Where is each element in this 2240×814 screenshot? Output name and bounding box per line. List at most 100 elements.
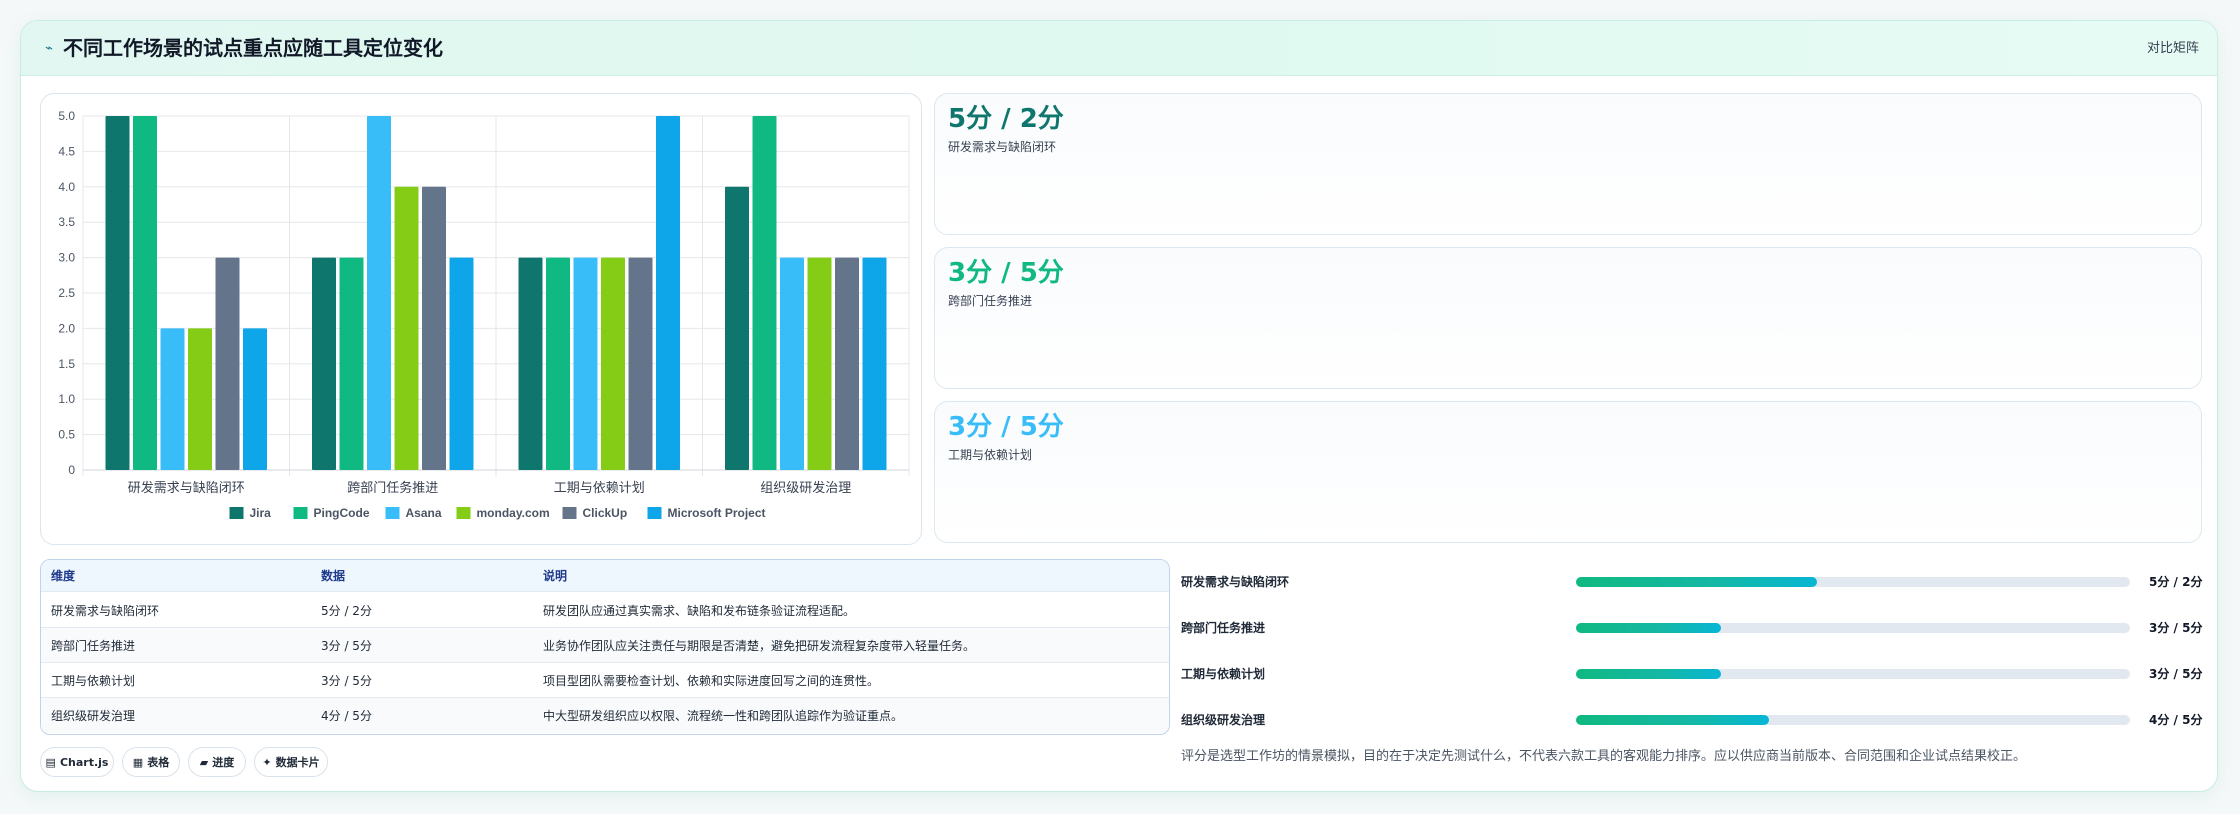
chip-label: 进度 — [212, 756, 235, 769]
progress-fill — [1576, 669, 1722, 679]
progress-label: 跨部门任务推进 — [1181, 621, 1266, 635]
bar — [243, 328, 267, 470]
bar — [656, 116, 680, 470]
chip-progress[interactable]: ▰ 进度 — [188, 747, 246, 777]
card-icon: ✦ — [262, 755, 272, 769]
chip-table[interactable]: ▦ 表格 — [122, 747, 180, 777]
bar — [160, 328, 185, 470]
progress-icon: ▰ — [199, 755, 209, 769]
bar — [780, 257, 804, 470]
y-tick-label: 0.5 — [58, 428, 75, 442]
y-tick-label: 3.0 — [58, 251, 75, 265]
bar — [807, 257, 832, 470]
y-tick-label: 4.5 — [58, 144, 75, 158]
stat-card-1: 5分 / 2分 研发需求与缺陷闭环 — [934, 93, 2202, 235]
legend-swatch — [385, 507, 400, 519]
table-icon: ▦ — [132, 755, 144, 769]
table-cell: 中大型研发组织应以权限、流程统一性和跨团队追踪作为验证重点。 — [543, 709, 904, 723]
chip-label: Chart.js — [59, 755, 109, 769]
legend-label: Jira — [250, 506, 272, 520]
bar — [546, 257, 570, 470]
bar-chart: 5.0 4.5 4.0 3.5 3.0 2.5 2.0 1.5 1.0 0.5 0 研发需求与缺陷闭环… — [58, 109, 910, 520]
progress-row: 研发需求与缺陷闭环 5分 / 2分 — [1181, 569, 2202, 593]
table-row: 跨部门任务推进 3分 / 5分 业务协作团队应关注责任与期限是否清楚，避免把研发… — [41, 628, 1169, 663]
stat-value: 5分 / 2分 — [948, 104, 1064, 134]
table-cell: 5分 / 2分 — [321, 603, 372, 618]
bar — [573, 257, 598, 470]
bar-chart-panel: 5.0 4.5 4.0 3.5 3.0 2.5 2.0 1.5 1.0 0.5 0 研发需求与缺陷闭环… — [40, 93, 922, 545]
table-cell: 3分 / 5分 — [321, 638, 372, 653]
legend-label: Asana — [406, 506, 442, 520]
bar — [628, 257, 653, 470]
bar — [105, 116, 130, 470]
stat-value: 3分 / 5分 — [948, 412, 1064, 442]
table-cell: 业务协作团队应关注责任与期限是否清楚，避免把研发流程复杂度带入轻量任务。 — [543, 638, 976, 653]
progress-label: 工期与依赖计划 — [1181, 667, 1266, 681]
table-cell: 研发团队应通过真实需求、缺陷和发布链条验证流程适配。 — [543, 603, 856, 618]
card-header: ⌁ 不同工作场景的试点重点应随工具定位变化 对比矩阵 — [21, 21, 2217, 76]
table-header-cell: 数据 — [321, 569, 346, 583]
y-tick-label: 2.0 — [58, 321, 75, 335]
stat-label: 工期与依赖计划 — [948, 448, 1033, 462]
stat-label: 研发需求与缺陷闭环 — [948, 140, 1057, 154]
table-cell: 组织级研发治理 — [51, 709, 136, 723]
table-cell: 工期与依赖计划 — [51, 673, 136, 688]
bar — [752, 116, 777, 470]
bar — [422, 186, 446, 471]
table-cell: 3分 / 5分 — [321, 673, 372, 688]
chart-icon: ▤ — [45, 755, 56, 769]
y-tick-label: 3.5 — [58, 215, 75, 229]
progress-row: 组织级研发治理 4分 / 5分 — [1181, 707, 2202, 731]
progress-track — [1576, 577, 2130, 587]
bar — [215, 257, 240, 470]
table-cell: 跨部门任务推进 — [51, 638, 136, 653]
table-header-cell: 说明 — [543, 569, 568, 583]
bar — [835, 257, 859, 470]
bar — [601, 257, 625, 470]
disclaimer-note: 评分是选型工作坊的情景模拟，目的在于决定先测试什么，不代表六款工具的客观能力排序… — [1181, 749, 2027, 764]
stat-label: 跨部门任务推进 — [948, 294, 1033, 308]
x-tick-label: 工期与依赖计划 — [554, 480, 645, 495]
progress-track — [1576, 715, 2130, 725]
chip-data-card[interactable]: ✦ 数据卡片 — [254, 747, 328, 777]
legend-label: monday.com — [477, 506, 550, 520]
legend-label: Microsoft Project — [668, 506, 766, 520]
y-tick-label: 1.0 — [58, 392, 75, 406]
table-cell: 4分 / 5分 — [321, 709, 372, 723]
progress-fill — [1576, 577, 1817, 587]
y-tick-label: 1.5 — [58, 357, 75, 371]
progress-fill — [1576, 623, 1722, 633]
y-tick-label: 5.0 — [58, 109, 75, 123]
chip-chartjs[interactable]: ▤ Chart.js — [40, 747, 114, 777]
chip-label: 数据卡片 — [275, 756, 320, 769]
stat-value: 3分 / 5分 — [948, 258, 1064, 288]
progress-row: 跨部门任务推进 3分 / 5分 — [1181, 615, 2202, 639]
table-header-cell: 维度 — [51, 569, 76, 583]
x-tick-label: 跨部门任务推进 — [347, 480, 438, 495]
table-row: 研发需求与缺陷闭环 5分 / 2分 研发团队应通过真实需求、缺陷和发布链条验证流… — [41, 593, 1169, 628]
bar — [725, 186, 749, 471]
table-row: 工期与依赖计划 3分 / 5分 项目型团队需要检查计划、依赖和实际进度回写之间的… — [41, 663, 1169, 698]
header-tag: 对比矩阵 — [2146, 41, 2199, 56]
table-cell: 项目型团队需要检查计划、依赖和实际进度回写之间的连贯性。 — [543, 673, 880, 688]
x-tick-label: 组织级研发治理 — [760, 480, 851, 495]
bar — [449, 257, 474, 470]
legend-label: PingCode — [314, 506, 370, 520]
chip-label: 表格 — [147, 756, 170, 769]
y-tick-label: 4.0 — [58, 180, 75, 194]
progress-label: 研发需求与缺陷闭环 — [1181, 575, 1290, 589]
bar — [394, 186, 419, 471]
x-tick-label: 研发需求与缺陷闭环 — [128, 480, 245, 495]
legend-swatch — [562, 507, 577, 519]
bar — [188, 328, 212, 470]
progress-value: 3分 / 5分 — [2149, 667, 2203, 681]
table-cell: 研发需求与缺陷闭环 — [51, 603, 160, 618]
data-table: 维度 数据 说明 研发需求与缺陷闭环 5分 / 2分 研发团队应通过真实需求、缺… — [40, 559, 1170, 735]
stat-card-2: 3分 / 5分 跨部门任务推进 — [934, 247, 2202, 389]
progress-row: 工期与依赖计划 3分 / 5分 — [1181, 661, 2202, 685]
legend-label: ClickUp — [583, 506, 628, 520]
legend-swatch — [647, 507, 662, 519]
progress-fill — [1576, 715, 1770, 725]
progress-label: 组织级研发治理 — [1181, 713, 1266, 727]
stat-card-3: 3分 / 5分 工期与依赖计划 — [934, 401, 2202, 543]
